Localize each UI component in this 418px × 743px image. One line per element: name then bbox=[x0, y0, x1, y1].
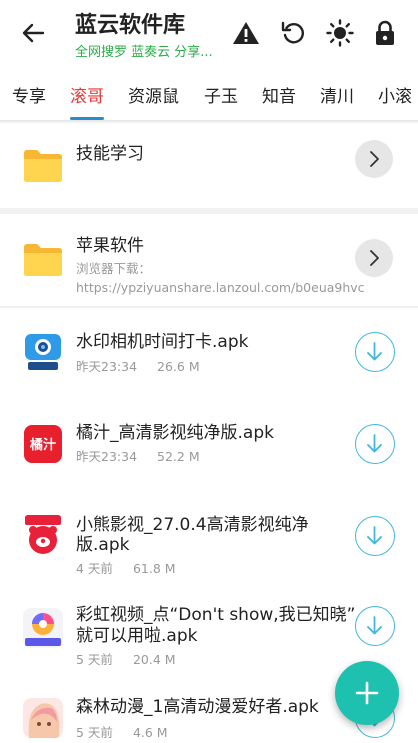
file-name: 橘汁_高清影视纯净版.apk bbox=[76, 423, 274, 443]
file-name-line1: 彩虹视频_点“Don't show,我已知晓” bbox=[76, 605, 356, 625]
lock-icon[interactable] bbox=[370, 18, 400, 48]
app-icon-watermark-camera bbox=[23, 332, 63, 372]
download-button[interactable] bbox=[355, 332, 395, 372]
app-icon-juzhi: 橘汁 bbox=[23, 424, 63, 464]
tab-qingchuan[interactable]: 清川 bbox=[320, 82, 354, 107]
file-meta: 昨天23:34 26.6 M bbox=[76, 356, 200, 375]
file-size: 61.8 M bbox=[132, 561, 176, 576]
download-button[interactable] bbox=[355, 606, 395, 646]
app-icon-xiaoxiong bbox=[23, 514, 63, 554]
tab-gunge[interactable]: 滚哥 bbox=[70, 82, 104, 107]
file-time: 昨天23:34 bbox=[76, 359, 138, 374]
file-time: 昨天23:34 bbox=[76, 449, 138, 464]
app-header: 蓝云软件库 全网搜罗 蓝奏云 分享... bbox=[0, 0, 418, 66]
app-icon-senlin bbox=[23, 698, 63, 738]
chevron-right-icon[interactable] bbox=[355, 140, 393, 178]
section-divider bbox=[0, 306, 418, 308]
folder-row[interactable]: 技能学习 bbox=[0, 124, 418, 208]
download-icon bbox=[367, 616, 382, 635]
chevron-right-icon[interactable] bbox=[355, 239, 393, 277]
file-row[interactable]: 橘汁 橘汁_高清影视纯净版.apk 昨天23:34 52.2 M bbox=[0, 394, 418, 482]
folder-description-line1: 浏览器下载： bbox=[76, 261, 152, 276]
page-title: 蓝云软件库 bbox=[75, 13, 186, 38]
file-size: 4.6 M bbox=[132, 725, 168, 740]
file-meta: 昨天23:34 52.2 M bbox=[76, 446, 200, 465]
tab-bar: 专享 滚哥 资源鼠 子玉 知音 清川 小滚 bbox=[0, 70, 418, 122]
file-name-line1: 小熊影视_27.0.4高清影视纯净 bbox=[76, 515, 309, 535]
file-name: 水印相机时间打卡.apk bbox=[76, 332, 249, 352]
file-size: 52.2 M bbox=[157, 449, 200, 464]
download-icon bbox=[367, 526, 382, 545]
tab-xiaogun[interactable]: 小滚 bbox=[378, 82, 412, 107]
svg-text:橘汁: 橘汁 bbox=[29, 437, 56, 453]
folder-row[interactable]: 苹果软件 浏览器下载： https://ypziyuanshare.lanzou… bbox=[0, 214, 418, 310]
file-meta: 5 天前 4.6 M bbox=[76, 722, 168, 741]
tab-ziyu[interactable]: 子玉 bbox=[204, 82, 238, 107]
refresh-icon[interactable] bbox=[278, 18, 308, 48]
file-time: 5 天前 bbox=[76, 652, 113, 667]
download-icon bbox=[367, 434, 382, 453]
plus-icon bbox=[355, 681, 379, 705]
file-meta: 4 天前 61.8 M bbox=[76, 558, 176, 577]
tab-ziyuanshu[interactable]: 资源鼠 bbox=[128, 82, 179, 107]
file-name-line2: 版.apk bbox=[76, 535, 130, 555]
brightness-icon[interactable] bbox=[325, 18, 355, 48]
file-time: 4 天前 bbox=[76, 561, 113, 576]
app-icon-caihong bbox=[23, 608, 63, 648]
file-row[interactable]: 水印相机时间打卡.apk 昨天23:34 26.6 M bbox=[0, 310, 418, 394]
download-icon bbox=[367, 342, 382, 361]
folder-icon bbox=[22, 241, 64, 277]
folder-name: 苹果软件 bbox=[76, 236, 144, 256]
file-meta: 5 天前 20.4 M bbox=[76, 649, 176, 668]
warning-icon[interactable] bbox=[231, 18, 261, 48]
file-name-line2: 就可以用啦.apk bbox=[76, 626, 198, 646]
page-subtitle: 全网搜罗 蓝奏云 分享... bbox=[75, 45, 213, 60]
file-name: 森林动漫_1高清动漫爱好者.apk bbox=[76, 697, 319, 717]
add-fab-button[interactable] bbox=[335, 661, 399, 725]
file-time: 5 天前 bbox=[76, 725, 113, 740]
tab-zhiyin[interactable]: 知音 bbox=[262, 82, 296, 107]
download-button[interactable] bbox=[355, 516, 395, 556]
download-button[interactable] bbox=[355, 424, 395, 464]
file-size: 26.6 M bbox=[157, 359, 200, 374]
file-row[interactable]: 小熊影视_27.0.4高清影视纯净 版.apk 4 天前 61.8 M bbox=[0, 482, 418, 586]
file-size: 20.4 M bbox=[132, 652, 176, 667]
tab-zhuanxiang[interactable]: 专享 bbox=[12, 82, 46, 107]
folder-description-link[interactable]: https://ypziyuanshare.lanzoul.com/b0eua9… bbox=[76, 279, 365, 297]
folder-name: 技能学习 bbox=[76, 144, 144, 164]
folder-icon bbox=[22, 147, 64, 183]
back-arrow-icon[interactable] bbox=[18, 18, 48, 48]
